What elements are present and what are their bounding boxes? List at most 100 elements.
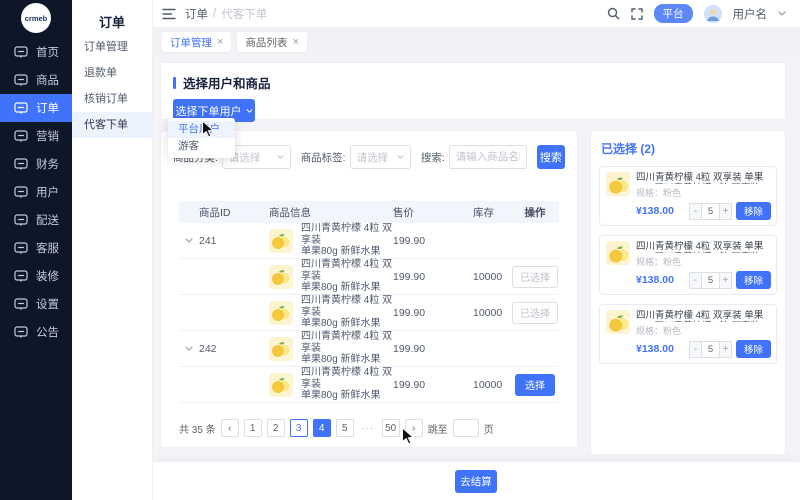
- col-product-id: 商品ID: [199, 205, 261, 220]
- selected-panel-title: 已选择 (2): [591, 131, 785, 157]
- tab-product-list[interactable]: 商品列表 ×: [237, 32, 306, 52]
- sidebar-item-orders[interactable]: 订单: [0, 94, 72, 122]
- tab-bar: 订单管理 × 商品列表 ×: [152, 28, 800, 56]
- selected-item-price: ¥138.00: [636, 343, 685, 355]
- product-table: 商品ID 商品信息 售价 库存 操作 241 四川青黄柠檬 4粒 双享装单果80…: [179, 201, 559, 403]
- chevron-down-icon: [277, 155, 284, 159]
- submenu-item-order-manage[interactable]: 订单管理: [72, 34, 152, 60]
- fullscreen-icon[interactable]: [631, 8, 643, 20]
- dropdown-item-platform-user[interactable]: 平台用户: [168, 121, 235, 138]
- close-icon[interactable]: ×: [217, 36, 223, 48]
- user-avatar[interactable]: [704, 5, 722, 23]
- expand-row-icon[interactable]: [179, 238, 199, 243]
- minus-button[interactable]: -: [689, 203, 702, 220]
- select-button[interactable]: 选择: [515, 374, 555, 396]
- search-input[interactable]: [449, 145, 527, 169]
- collapse-menu-icon[interactable]: [162, 8, 176, 20]
- tag-select[interactable]: 请选择: [350, 145, 411, 169]
- product-price: 199.90: [393, 379, 463, 391]
- page-button-3[interactable]: 3: [290, 419, 308, 437]
- sidebar-item-label: 财务: [36, 156, 59, 172]
- sidebar-item-marketing[interactable]: 营销: [0, 122, 72, 150]
- section-title-text: 选择用户和商品: [183, 73, 271, 92]
- product-price: 199.90: [393, 271, 463, 283]
- decoration-icon: [14, 269, 28, 283]
- quantity-input[interactable]: [702, 272, 719, 289]
- marketing-icon: [14, 129, 28, 143]
- order-icon: [14, 101, 28, 115]
- select-user-card: 选择用户和商品 选择下单用户: [160, 62, 786, 120]
- selected-panel: 已选择 (2) 四川青黄柠檬 4粒 双享装 单果80g 四川青黄柠檬 4粒 双享…: [590, 130, 786, 455]
- table-row: 四川青黄柠檬 4粒 双享装单果80g 新鲜水果 199.90 10000 已选择: [179, 259, 559, 295]
- product-price: 199.90: [393, 343, 463, 355]
- next-page-button[interactable]: ›: [405, 419, 423, 437]
- chevron-down-icon: [246, 109, 253, 113]
- plus-button[interactable]: +: [719, 203, 732, 220]
- plus-button[interactable]: +: [719, 272, 732, 289]
- remove-button[interactable]: 移除: [736, 202, 771, 220]
- page-button-4[interactable]: 4: [313, 419, 331, 437]
- submenu-title: 订单: [72, 0, 152, 34]
- col-price: 售价: [393, 205, 463, 220]
- selected-item-name: 四川青黄柠檬 4粒 双享装 单果80g 四川青黄柠檬 4粒 双享装 单果80g: [636, 172, 771, 184]
- minus-button[interactable]: -: [689, 272, 702, 289]
- search-icon[interactable]: [607, 7, 620, 20]
- selected-button[interactable]: 已选择: [512, 302, 558, 324]
- sidebar-item-finance[interactable]: 财务: [0, 150, 72, 178]
- sidebar-item-users[interactable]: 用户: [0, 178, 72, 206]
- dropdown-item-guest[interactable]: 游客: [168, 138, 235, 155]
- sidebar-item-announcement[interactable]: 公告: [0, 318, 72, 346]
- submenu-item-verify-order[interactable]: 核销订单: [72, 86, 152, 112]
- sidebar-item-label: 装修: [36, 268, 59, 284]
- selected-item-name: 四川青黄柠檬 4粒 双享装 单果80g 四川青黄柠檬 4粒 双享装 单果80g: [636, 241, 771, 253]
- sidebar-item-decoration[interactable]: 装修: [0, 262, 72, 290]
- platform-badge[interactable]: 平台: [654, 4, 693, 23]
- page-button-50[interactable]: 50: [382, 419, 400, 437]
- page-button-5[interactable]: 5: [336, 419, 354, 437]
- quantity-input[interactable]: [702, 341, 719, 358]
- secondary-sidebar: 订单 订单管理 退款单 核销订单 代客下单: [72, 0, 152, 500]
- top-bar: 订单 / 代客下单 平台 用户名: [152, 0, 800, 28]
- tab-order-manage[interactable]: 订单管理 ×: [162, 32, 231, 52]
- table-row: 241 四川青黄柠檬 4粒 双享装单果80g 新鲜水果 199.90: [179, 223, 559, 259]
- breadcrumb-section[interactable]: 订单: [185, 6, 208, 22]
- sidebar-item-customer-service[interactable]: 客服: [0, 234, 72, 262]
- plus-button[interactable]: +: [719, 341, 732, 358]
- page-button-2[interactable]: 2: [267, 419, 285, 437]
- product-image: [606, 310, 630, 334]
- primary-sidebar: crmeb 首页 商品 订单 营销 财务 用户 配送 客服 装修 设置 公告: [0, 0, 72, 500]
- tag-label: 商品标签:: [301, 150, 346, 165]
- submenu-item-order-for-customer[interactable]: 代客下单: [72, 112, 152, 138]
- product-name: 四川青黄柠檬 4粒 双享装单果80g 新鲜水果: [301, 223, 393, 258]
- product-stock: 10000: [463, 307, 511, 319]
- sidebar-item-delivery[interactable]: 配送: [0, 206, 72, 234]
- submenu-item-refund[interactable]: 退款单: [72, 60, 152, 86]
- sidebar-item-products[interactable]: 商品: [0, 66, 72, 94]
- username[interactable]: 用户名: [733, 6, 768, 22]
- close-icon[interactable]: ×: [292, 36, 298, 48]
- quantity-input[interactable]: [702, 203, 719, 220]
- ellipsis-pages: ···: [359, 419, 377, 437]
- jump-page-input[interactable]: [453, 419, 479, 437]
- sidebar-item-home[interactable]: 首页: [0, 38, 72, 66]
- chevron-down-icon[interactable]: [778, 11, 786, 16]
- delivery-icon: [14, 213, 28, 227]
- sidebar-item-settings[interactable]: 设置: [0, 290, 72, 318]
- search-button[interactable]: 搜索: [537, 145, 565, 169]
- topbar-actions: 平台 用户名: [607, 4, 787, 23]
- minus-button[interactable]: -: [689, 341, 702, 358]
- sidebar-item-label: 首页: [36, 44, 59, 60]
- page-button-1[interactable]: 1: [244, 419, 262, 437]
- pagination-total: 共 35 条: [179, 421, 216, 436]
- search-label: 搜索:: [421, 150, 445, 165]
- product-name: 四川青黄柠檬 4粒 双享装单果80g 新鲜水果: [301, 367, 393, 402]
- remove-button[interactable]: 移除: [736, 340, 771, 358]
- prev-page-button[interactable]: ‹: [221, 419, 239, 437]
- selected-button[interactable]: 已选择: [512, 266, 558, 288]
- breadcrumb-current: 代客下单: [221, 6, 267, 22]
- sidebar-item-label: 设置: [36, 296, 59, 312]
- expand-row-icon[interactable]: [179, 346, 199, 351]
- settings-icon: [14, 297, 28, 311]
- checkout-button[interactable]: 去结算: [455, 470, 497, 493]
- remove-button[interactable]: 移除: [736, 271, 771, 289]
